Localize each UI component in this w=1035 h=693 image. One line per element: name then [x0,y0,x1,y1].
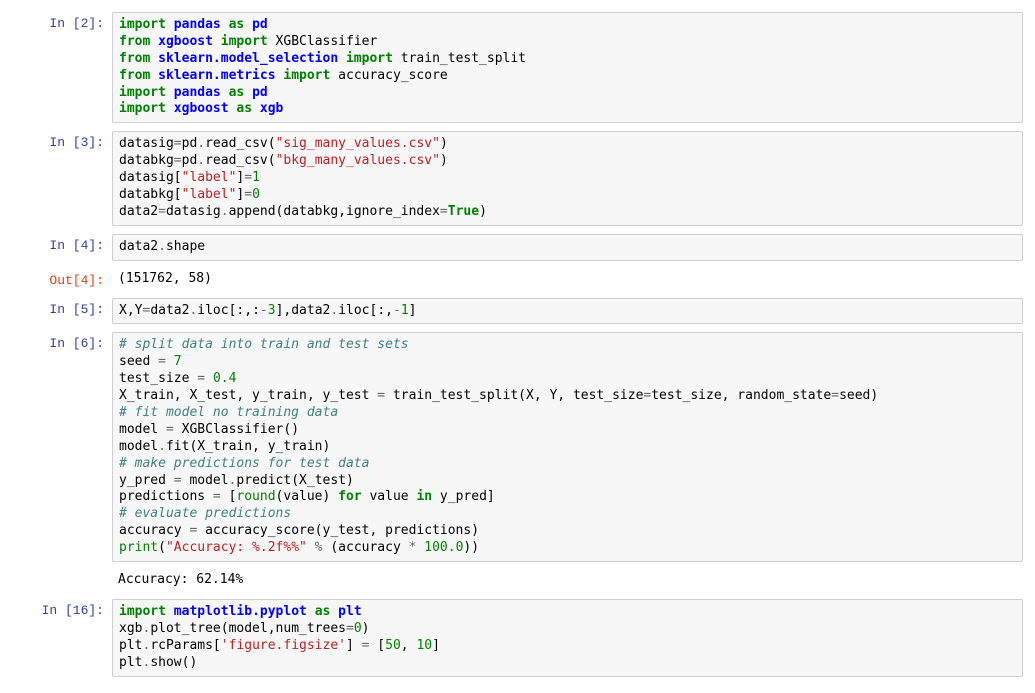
code-cell: In [6]:# split data into train and test … [0,330,1035,564]
code-input[interactable]: import matplotlib.pyplot as plt xgb.plot… [112,599,1023,677]
code-input[interactable]: # split data into train and test sets se… [112,332,1023,562]
stdout-cell: Accuracy: 62.14% [0,568,1035,593]
notebook-container: In [2]:import pandas as pd from xgboost … [0,10,1035,679]
execute-result: (151762, 58) [112,269,1023,290]
cell-prompt: In [4]: [12,234,112,261]
code-cell: In [2]:import pandas as pd from xgboost … [0,10,1035,125]
cell-prompt [12,570,112,591]
code-input[interactable]: import pandas as pd from xgboost import … [112,12,1023,123]
code-cell: In [16]:import matplotlib.pyplot as plt … [0,597,1035,679]
cell-prompt: In [3]: [12,131,112,225]
cell-prompt: In [5]: [12,298,112,325]
code-input[interactable]: X,Y=data2.iloc[:,:-3],data2.iloc[:,-1] [112,298,1023,325]
cell-prompt: Out[4]: [12,269,112,290]
code-input[interactable]: datasig=pd.read_csv("sig_many_values.csv… [112,131,1023,225]
cell-prompt: In [16]: [12,599,112,677]
code-cell: In [4]:data2.shape [0,232,1035,263]
code-cell: In [3]:datasig=pd.read_csv("sig_many_val… [0,129,1035,227]
cell-prompt: In [2]: [12,12,112,123]
cell-prompt: In [6]: [12,332,112,562]
code-cell: In [5]:X,Y=data2.iloc[:,:-3],data2.iloc[… [0,296,1035,327]
output-cell: Out[4]:(151762, 58) [0,267,1035,292]
code-input[interactable]: data2.shape [112,234,1023,261]
stdout-text: Accuracy: 62.14% [112,570,1023,591]
